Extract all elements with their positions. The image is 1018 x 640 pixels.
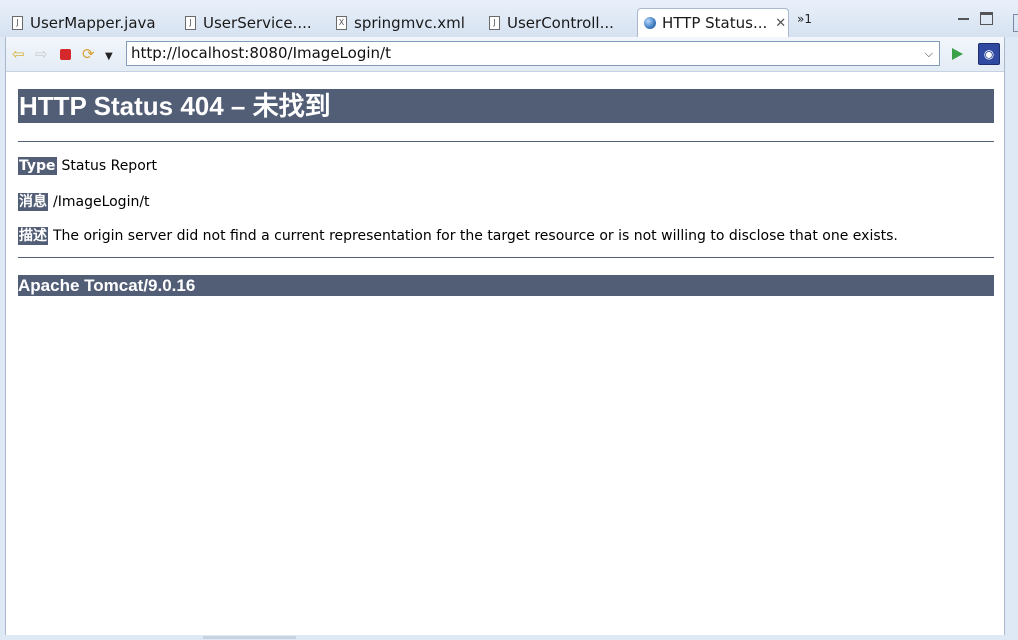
type-row: Type Status Report: [18, 157, 158, 175]
tab-label: UserMapper.java: [30, 14, 156, 32]
tab-overflow-button[interactable]: »1: [797, 12, 812, 26]
java-file-icon: J: [185, 16, 196, 30]
tab-label: UserControll...: [507, 14, 614, 32]
url-text: http://localhost:8080/ImageLogin/t: [131, 44, 391, 62]
chevron-down-icon[interactable]: ▼: [105, 49, 113, 64]
side-panel-edge: [1013, 14, 1018, 32]
internal-browser: ⇦ ⇨ ⟳ ▼ http://localhost:8080/ImageLogin…: [5, 37, 1005, 636]
tab-http-status[interactable]: HTTP Status... ✕: [637, 8, 789, 37]
url-history-dropdown-icon[interactable]: ⌵: [925, 42, 933, 65]
forward-arrow-icon[interactable]: ⇨: [35, 47, 48, 62]
globe-icon: [644, 17, 656, 29]
description-value: The origin server did not find a current…: [53, 228, 898, 244]
stop-icon[interactable]: [60, 49, 71, 60]
description-row: 描述 The origin server did not find a curre…: [18, 225, 898, 245]
type-label: Type: [18, 157, 57, 175]
message-label: 消息: [18, 193, 48, 211]
xml-file-icon: X: [336, 16, 347, 30]
status-bar: [0, 635, 1018, 640]
eclipse-icon[interactable]: ◉: [978, 43, 1000, 65]
server-footer: Apache Tomcat/9.0.16: [18, 275, 994, 296]
tab-label: HTTP Status...: [662, 14, 768, 32]
refresh-icon[interactable]: ⟳: [82, 47, 95, 62]
divider: [18, 257, 994, 258]
tab-label: springmvc.xml: [354, 14, 465, 32]
message-row: 消息/ImageLogin/t: [18, 191, 150, 211]
minimize-icon[interactable]: [958, 12, 969, 20]
tab-usermapper[interactable]: J UserMapper.java: [12, 9, 177, 37]
tab-userservice[interactable]: J UserService....: [185, 9, 325, 37]
tab-usercontroller[interactable]: J UserControll...: [489, 9, 634, 37]
go-icon[interactable]: [952, 48, 963, 60]
page-content: HTTP Status 404 – 未找到 Type Status Report …: [18, 89, 994, 296]
browser-toolbar: ⇦ ⇨ ⟳ ▼ http://localhost:8080/ImageLogin…: [6, 37, 1004, 72]
url-field[interactable]: http://localhost:8080/ImageLogin/t ⌵: [126, 41, 940, 66]
tab-label: UserService....: [203, 14, 312, 32]
editor-tab-bar: J UserMapper.java J UserService.... X sp…: [0, 0, 1018, 37]
divider: [18, 141, 994, 142]
page-title: HTTP Status 404 – 未找到: [18, 89, 994, 123]
status-progress-area: [203, 636, 296, 639]
message-value: /ImageLogin/t: [53, 194, 150, 210]
java-file-icon: J: [489, 16, 500, 30]
maximize-icon[interactable]: [980, 12, 993, 25]
description-label: 描述: [18, 227, 48, 245]
close-icon[interactable]: ✕: [775, 16, 786, 31]
type-value: Status Report: [61, 158, 158, 174]
java-file-icon: J: [12, 16, 23, 30]
tab-springmvc[interactable]: X springmvc.xml: [336, 9, 476, 37]
back-arrow-icon[interactable]: ⇦: [12, 47, 25, 62]
